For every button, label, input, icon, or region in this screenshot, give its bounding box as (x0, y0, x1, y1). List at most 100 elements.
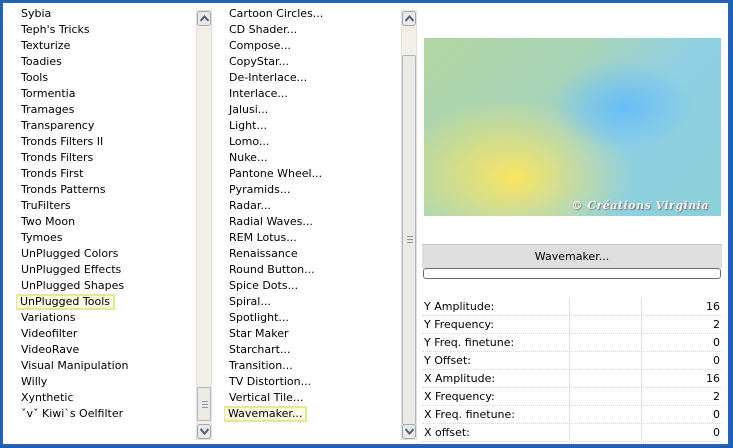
list-item-label: Tronds Patterns (21, 183, 106, 196)
list-item[interactable]: Starchart... (224, 342, 399, 358)
list-item[interactable]: Tormentia (16, 86, 194, 102)
list-item[interactable]: Tymoes (16, 230, 194, 246)
list-item[interactable]: Tools (16, 70, 194, 86)
list-item-label: Tymoes (21, 231, 63, 244)
list-item-label: Xynthetic (21, 391, 74, 404)
list-item[interactable]: Tronds Patterns (16, 182, 194, 198)
list-item[interactable]: ˇvˇ Kiwi`s Oelfilter (16, 406, 194, 422)
list-item[interactable]: Toadies (16, 54, 194, 70)
list-item[interactable]: Tronds Filters II (16, 134, 194, 150)
param-slider[interactable]: Y Frequency: 2 (422, 316, 722, 334)
list-item[interactable]: Tronds Filters (16, 150, 194, 166)
list-item-label: Tramages (21, 103, 75, 116)
list-item[interactable]: REM Lotus... (224, 230, 399, 246)
filter-list-scrollbar[interactable] (401, 10, 417, 440)
scroll-thumb[interactable] (197, 387, 211, 421)
param-value: 0 (713, 336, 720, 349)
param-slider[interactable]: X Frequency: 2 (422, 388, 722, 406)
list-item[interactable]: Spiral... (224, 294, 399, 310)
list-item[interactable]: UnPlugged Shapes (16, 278, 194, 294)
list-item[interactable]: Pantone Wheel... (224, 166, 399, 182)
param-name: Y Amplitude: (424, 300, 495, 313)
list-item-label: ˇvˇ Kiwi`s Oelfilter (21, 407, 124, 420)
list-item[interactable]: TV Distortion... (224, 374, 399, 390)
scroll-up-button[interactable] (402, 11, 416, 26)
param-slider[interactable]: X Amplitude: 16 (422, 370, 722, 388)
list-item[interactable]: TruFilters (16, 198, 194, 214)
param-slider[interactable]: Y Offset: 0 (422, 352, 722, 370)
list-item[interactable]: Radial Waves... (224, 214, 399, 230)
category-list-scrollbar[interactable] (196, 10, 212, 440)
param-slider[interactable]: X offset: 0 (422, 424, 722, 442)
list-item[interactable]: Xynthetic (16, 390, 194, 406)
list-item[interactable]: Variations (16, 310, 194, 326)
list-item[interactable]: Transparency (16, 118, 194, 134)
param-slider[interactable]: Y Freq. finetune: 0 (422, 334, 722, 352)
list-item[interactable]: Tronds First (16, 166, 194, 182)
param-ticks (498, 424, 682, 441)
list-item-label: Radial Waves... (229, 215, 313, 228)
list-item[interactable]: Radar... (224, 198, 399, 214)
scroll-up-button[interactable] (197, 11, 211, 26)
list-item-label: Cartoon Circles... (229, 7, 324, 20)
list-item-label: Willy (21, 375, 48, 388)
filter-list[interactable]: Cartoon Circles... CD Shader... Compose...… (224, 6, 399, 444)
list-item-label: UnPlugged Shapes (21, 279, 125, 292)
scroll-thumb[interactable] (402, 55, 416, 425)
list-item[interactable]: VideoRave (16, 342, 194, 358)
list-item[interactable]: CopyStar... (224, 54, 399, 70)
list-item-label: Spotlight... (229, 311, 289, 324)
category-list[interactable]: Sybia Teph's Tricks Texturize Toadies Tools T… (16, 6, 194, 444)
param-value: 0 (713, 426, 720, 439)
list-item-label: Lomo... (229, 135, 270, 148)
list-item[interactable]: Wavemaker... (224, 406, 399, 422)
list-item[interactable]: Star Maker (224, 326, 399, 342)
list-item[interactable]: Visual Manipulation (16, 358, 194, 374)
list-item-label: Toadies (21, 55, 62, 68)
param-name: X Freq. finetune: (424, 408, 515, 421)
list-item[interactable]: UnPlugged Effects (16, 262, 194, 278)
list-item[interactable]: CD Shader... (224, 22, 399, 38)
list-item[interactable]: Sybia (16, 6, 194, 22)
param-value: 0 (713, 408, 720, 421)
list-item[interactable]: Interlace... (224, 86, 399, 102)
list-item[interactable]: Transition... (224, 358, 399, 374)
list-item[interactable]: Nuke... (224, 150, 399, 166)
list-item[interactable]: Spotlight... (224, 310, 399, 326)
list-item[interactable]: De-Interlace... (224, 70, 399, 86)
list-item[interactable]: Renaissance (224, 246, 399, 262)
preview-watermark: © Créations Virginia (571, 199, 709, 212)
list-item[interactable]: Texturize (16, 38, 194, 54)
list-item-label: Light... (229, 119, 267, 132)
param-slider[interactable]: Y Amplitude: 16 (422, 298, 722, 316)
scroll-down-button[interactable] (197, 424, 211, 439)
list-item-label: UnPlugged Colors (21, 247, 119, 260)
list-item[interactable]: Willy (16, 374, 194, 390)
list-item[interactable]: Vertical Tile... (224, 390, 399, 406)
list-item[interactable]: Spice Dots... (224, 278, 399, 294)
list-item[interactable]: Teph's Tricks (16, 22, 194, 38)
list-item[interactable]: Compose... (224, 38, 399, 54)
list-item[interactable]: Light... (224, 118, 399, 134)
list-item[interactable]: Tramages (16, 102, 194, 118)
list-item[interactable]: Two Moon (16, 214, 194, 230)
list-item[interactable]: Pyramids... (224, 182, 399, 198)
list-item[interactable]: UnPlugged Colors (16, 246, 194, 262)
list-item[interactable]: UnPlugged Tools (16, 294, 194, 310)
list-item[interactable]: Round Button... (224, 262, 399, 278)
list-item-label: Vertical Tile... (229, 391, 304, 404)
param-slider[interactable]: X Freq. finetune: 0 (422, 406, 722, 424)
list-item[interactable]: Jalusi... (224, 102, 399, 118)
param-ticks (498, 352, 682, 369)
list-item[interactable]: Cartoon Circles... (224, 6, 399, 22)
list-item-label: TV Distortion... (229, 375, 312, 388)
list-item[interactable]: Videofilter (16, 326, 194, 342)
list-item-label: REM Lotus... (229, 231, 297, 244)
param-name: X offset: (424, 426, 470, 439)
list-item[interactable]: Lomo... (224, 134, 399, 150)
list-item-label: Tools (21, 71, 49, 84)
scroll-down-button[interactable] (402, 424, 416, 439)
parameter-list: Y Amplitude: 16 Y Frequency: 2 Y Freq. finet… (422, 298, 722, 442)
list-item-label: Videofilter (21, 327, 78, 340)
list-item-label: Radar... (229, 199, 271, 212)
